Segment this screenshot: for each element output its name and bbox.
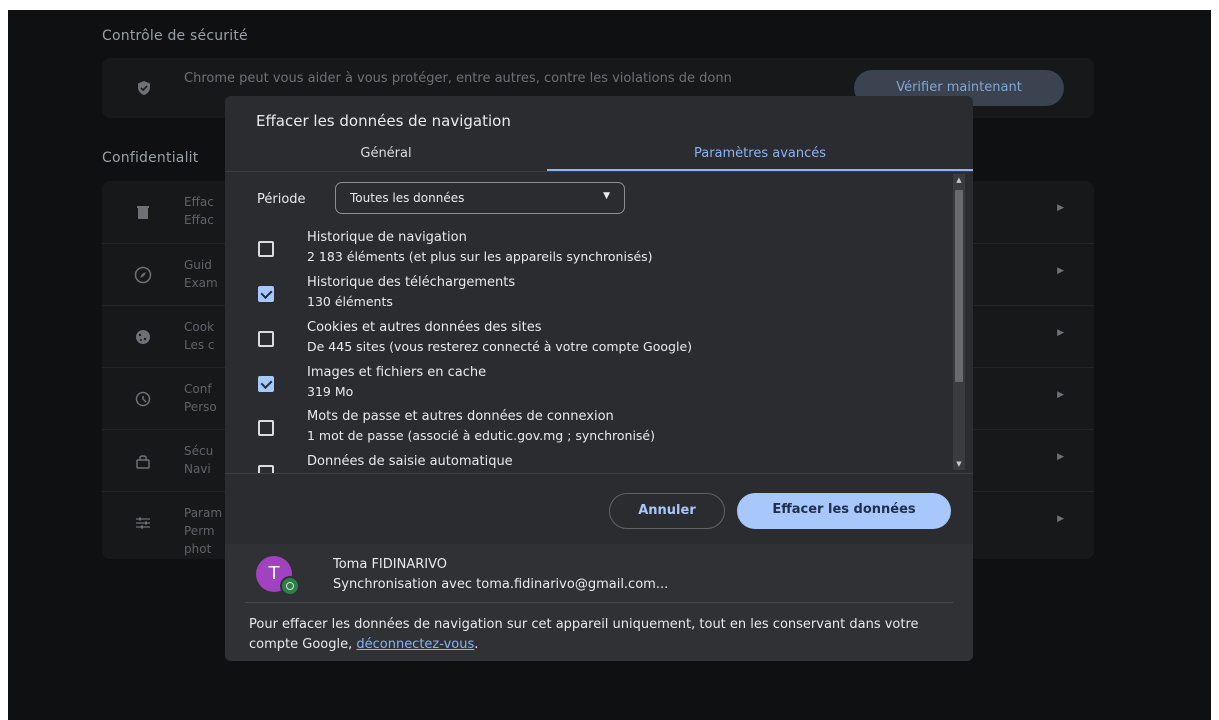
row-title: Param (184, 506, 223, 520)
info-text-start: Pour effacer les données de navigation s… (249, 617, 919, 652)
dialog-tabs: Général Paramètres avancés (225, 142, 973, 172)
tab-general[interactable]: Général (225, 142, 547, 172)
period-dropdown[interactable]: Toutes les données ▼ (335, 182, 625, 214)
row-title: Conf (184, 382, 212, 396)
sync-icon (280, 576, 300, 596)
safety-check-description: Chrome peut vous aider à vous protéger, … (184, 71, 732, 86)
row-subtitle: Les c (184, 338, 215, 352)
row-subtitle: Effac (184, 213, 214, 227)
browser-viewport: Contrôle de sécurité Chrome peut vous ai… (8, 10, 1211, 720)
option-subtitle: 319 Mo (307, 384, 354, 399)
compass-icon (134, 266, 152, 284)
cookie-icon (136, 330, 150, 344)
tabs-divider (225, 171, 973, 172)
option-browsing-history[interactable]: Historique de navigation 2 183 éléments … (225, 230, 955, 274)
safety-check-title: Contrôle de sécurité (102, 28, 248, 44)
option-title: Images et fichiers en cache (307, 365, 487, 380)
chevron-right-icon: ▶ (1057, 514, 1064, 524)
dialog-title: Effacer les données de navigation (256, 112, 511, 130)
options-scroll-area[interactable]: Période Toutes les données ▼ Historique … (225, 173, 973, 473)
chevron-right-icon: ▶ (1057, 390, 1064, 400)
scroll-up-arrow-icon[interactable]: ▲ (953, 174, 965, 186)
option-title: Cookies et autres données des sites (307, 320, 542, 335)
option-title: Mots de passe et autres données de conne… (307, 409, 614, 424)
row-title: Effac (184, 195, 214, 209)
autofill-checkbox[interactable] (258, 465, 274, 473)
option-title: Historique des téléchargements (307, 275, 516, 290)
clear-browsing-data-dialog: Effacer les données de navigation Généra… (225, 96, 973, 661)
cookies-checkbox[interactable] (258, 331, 274, 347)
account-sync-section: T Toma FIDINARIVO Synchronisation avec t… (225, 544, 973, 661)
info-text-end: . (474, 637, 479, 652)
chevron-right-icon: ▶ (1057, 328, 1064, 338)
scrollbar-thumb[interactable] (955, 190, 963, 382)
option-title: Historique de navigation (307, 230, 467, 245)
option-subtitle: De 445 sites (vous resterez connecté à v… (307, 339, 693, 354)
cached-images-checkbox[interactable] (258, 376, 274, 392)
chevron-right-icon: ▶ (1057, 266, 1064, 276)
tab-advanced-settings[interactable]: Paramètres avancés (547, 142, 973, 172)
account-divider (245, 602, 953, 603)
option-subtitle: 2 183 éléments (et plus sur les appareil… (307, 249, 653, 264)
row-title: Cook (184, 320, 215, 334)
dropdown-arrow-icon: ▼ (603, 191, 610, 201)
option-cached-images[interactable]: Images et fichiers en cache 319 Mo (225, 365, 955, 409)
cancel-button[interactable]: Annuler (609, 493, 725, 529)
tune-icon (136, 517, 150, 529)
row-subtitle: Exam (184, 276, 218, 290)
option-subtitle: 1 mot de passe (associé à edutic.gov.mg … (307, 428, 655, 443)
row-title: Guid (184, 258, 212, 272)
row-subtitle: Perm (184, 524, 215, 538)
chevron-right-icon: ▶ (1057, 452, 1064, 462)
option-subtitle: 130 éléments (307, 294, 393, 309)
account-name: Toma FIDINARIVO (333, 557, 447, 572)
sign-out-link[interactable]: déconnectez-vous (356, 637, 474, 652)
privacy-section-title: Confidentialit (102, 150, 199, 166)
period-selected-value: Toutes les données (350, 191, 465, 205)
trash-icon (137, 206, 149, 219)
option-download-history[interactable]: Historique des téléchargements 130 éléme… (225, 275, 955, 319)
row-subtitle: Perso (184, 400, 217, 414)
options-scrollbar[interactable]: ▲ ▼ (953, 174, 965, 470)
footer-divider (225, 473, 973, 474)
row-subtitle: Navi (184, 462, 211, 476)
option-cookies[interactable]: Cookies et autres données des sites De 4… (225, 320, 955, 364)
scroll-down-arrow-icon[interactable]: ▼ (953, 458, 965, 470)
chevron-right-icon: ▶ (1057, 203, 1064, 213)
option-autofill[interactable]: Données de saisie automatique (225, 454, 955, 473)
row-subtitle-continued: phot (184, 542, 212, 556)
clear-data-button[interactable]: Effacer les données (737, 493, 951, 529)
privacy-sandbox-icon (135, 391, 151, 407)
period-label: Période (257, 192, 306, 207)
download-history-checkbox[interactable] (258, 286, 274, 302)
shield-check-icon (138, 81, 150, 95)
option-title: Données de saisie automatique (307, 454, 513, 469)
option-passwords[interactable]: Mots de passe et autres données de conne… (225, 409, 955, 453)
lock-icon (136, 455, 150, 469)
row-title: Sécu (184, 444, 214, 458)
active-tab-indicator (547, 169, 973, 171)
browsing-history-checkbox[interactable] (258, 241, 274, 257)
passwords-checkbox[interactable] (258, 420, 274, 436)
sign-out-info-text: Pour effacer les données de navigation s… (249, 615, 939, 655)
account-sync-status: Synchronisation avec toma.fidinarivo@gma… (333, 577, 669, 592)
